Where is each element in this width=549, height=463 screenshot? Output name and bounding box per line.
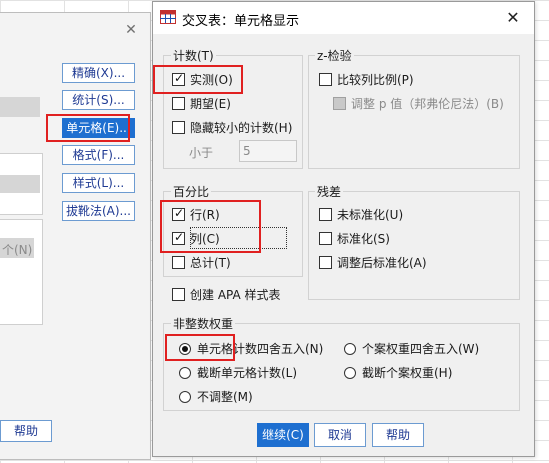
- adjusted-standardized-row[interactable]: 调整后标准化(A): [319, 255, 427, 271]
- ztest-group-title: z-检验: [315, 47, 354, 64]
- truncate-case-weights-row[interactable]: 截断个案权重(H): [344, 365, 452, 381]
- title-bar: 交叉表：单元格显示 ✕: [153, 2, 534, 34]
- back-help-button[interactable]: 帮助: [0, 420, 52, 442]
- bonferroni-checkbox: [333, 97, 346, 110]
- column-percent-label: 列(C): [190, 232, 220, 246]
- row-percent-row[interactable]: ✓ 行(R): [172, 206, 220, 223]
- bootstrap-button[interactable]: 拔靴法(A)...: [62, 201, 135, 221]
- apa-style-checkbox[interactable]: [172, 288, 185, 301]
- bonferroni-row: 调整 p 值（邦弗伦尼法）(B): [333, 96, 504, 112]
- style-button[interactable]: 样式(L)...: [62, 173, 135, 193]
- truncate-case-weights-radio[interactable]: [344, 367, 356, 379]
- no-adjustment-radio[interactable]: [179, 391, 191, 403]
- app-table-icon: [160, 10, 176, 24]
- apa-style-row[interactable]: 创建 APA 样式表: [172, 287, 281, 303]
- unstandardized-checkbox[interactable]: [319, 208, 332, 221]
- column-percent-checkbox[interactable]: ✓: [172, 230, 185, 245]
- cancel-button[interactable]: 取消: [314, 423, 366, 447]
- compare-columns-label: 比较列比例(P): [337, 73, 414, 87]
- percentages-group-title: 百分比: [171, 183, 212, 200]
- unstandardized-row[interactable]: 未标准化(U): [319, 207, 403, 223]
- partial-label: 个(N): [2, 243, 33, 257]
- less-than-label: 小于: [189, 146, 214, 160]
- total-percent-label: 总计(T): [190, 256, 231, 270]
- compare-columns-row[interactable]: 比较列比例(P): [319, 72, 414, 88]
- expected-label: 期望(E): [190, 97, 231, 111]
- adjusted-standardized-checkbox[interactable]: [319, 256, 332, 269]
- check-icon: ✓: [174, 71, 185, 85]
- cell-display-dialog: 交叉表：单元格显示 ✕ 计数(T) ✓ 实测(O) 期望(E) 隐藏较小的计数(H…: [152, 1, 535, 457]
- hide-small-counts-checkbox[interactable]: [172, 121, 185, 134]
- standardized-checkbox[interactable]: [319, 232, 332, 245]
- round-cell-counts-label: 单元格计数四舍五入(N): [197, 342, 324, 356]
- column-percent-row[interactable]: ✓ 列(C): [172, 230, 220, 247]
- statistics-button[interactable]: 统计(S)...: [62, 90, 135, 110]
- round-case-weights-label: 个案权重四舍五入(W): [362, 342, 480, 356]
- counts-group-title: 计数(T): [171, 47, 216, 64]
- round-case-weights-row[interactable]: 个案权重四舍五入(W): [344, 341, 479, 357]
- round-case-weights-radio[interactable]: [344, 343, 356, 355]
- row-percent-label: 行(R): [190, 208, 220, 222]
- bonferroni-label: 调整 p 值（邦弗伦尼法）(B): [351, 97, 504, 111]
- noninteger-weights-title: 非整数权重: [171, 315, 236, 332]
- layer-list-box[interactable]: [0, 219, 43, 325]
- field-placeholder: [0, 97, 40, 117]
- truncate-cell-counts-label: 截断单元格计数(L): [197, 366, 298, 380]
- standardized-label: 标准化(S): [337, 232, 390, 246]
- truncate-case-weights-label: 截断个案权重(H): [362, 366, 453, 380]
- unstandardized-label: 未标准化(U): [337, 208, 404, 222]
- round-cell-counts-radio[interactable]: [179, 343, 191, 355]
- check-icon: ✓: [174, 230, 185, 244]
- continue-button[interactable]: 继续(C): [257, 423, 309, 447]
- format-button[interactable]: 格式(F)...: [62, 145, 135, 165]
- back-close-icon[interactable]: ✕: [124, 23, 138, 37]
- close-icon[interactable]: ✕: [505, 10, 521, 26]
- hide-small-counts-row[interactable]: 隐藏较小的计数(H): [172, 120, 292, 136]
- no-adjustment-row[interactable]: 不调整(M): [179, 389, 253, 405]
- check-icon: ✓: [174, 206, 185, 220]
- apa-style-label: 创建 APA 样式表: [190, 288, 281, 302]
- less-than-input[interactable]: 5: [239, 140, 297, 162]
- exact-button[interactable]: 精确(X)...: [62, 63, 135, 83]
- dialog-title: 交叉表：单元格显示: [182, 14, 300, 29]
- field-placeholder-2: [0, 175, 40, 193]
- no-adjustment-label: 不调整(M): [197, 390, 253, 404]
- compare-columns-checkbox[interactable]: [319, 73, 332, 86]
- observed-checkbox[interactable]: ✓: [172, 71, 185, 86]
- total-percent-row[interactable]: 总计(T): [172, 255, 231, 271]
- observed-label: 实测(O): [190, 73, 233, 87]
- expected-checkbox-row[interactable]: 期望(E): [172, 96, 231, 112]
- observed-checkbox-row[interactable]: ✓ 实测(O): [172, 71, 233, 88]
- help-button[interactable]: 帮助: [372, 423, 424, 447]
- standardized-row[interactable]: 标准化(S): [319, 231, 390, 247]
- cells-button[interactable]: 单元格(E)...: [62, 118, 135, 138]
- hide-small-counts-label: 隐藏较小的计数(H): [190, 121, 293, 135]
- residuals-group-title: 残差: [315, 183, 344, 200]
- truncate-cell-counts-radio[interactable]: [179, 367, 191, 379]
- truncate-cell-counts-row[interactable]: 截断单元格计数(L): [179, 365, 297, 381]
- radio-selected-dot: [182, 346, 188, 352]
- round-cell-counts-row[interactable]: 单元格计数四舍五入(N): [179, 341, 323, 357]
- total-percent-checkbox[interactable]: [172, 256, 185, 269]
- adjusted-standardized-label: 调整后标准化(A): [337, 256, 427, 270]
- expected-checkbox[interactable]: [172, 97, 185, 110]
- row-percent-checkbox[interactable]: ✓: [172, 206, 185, 221]
